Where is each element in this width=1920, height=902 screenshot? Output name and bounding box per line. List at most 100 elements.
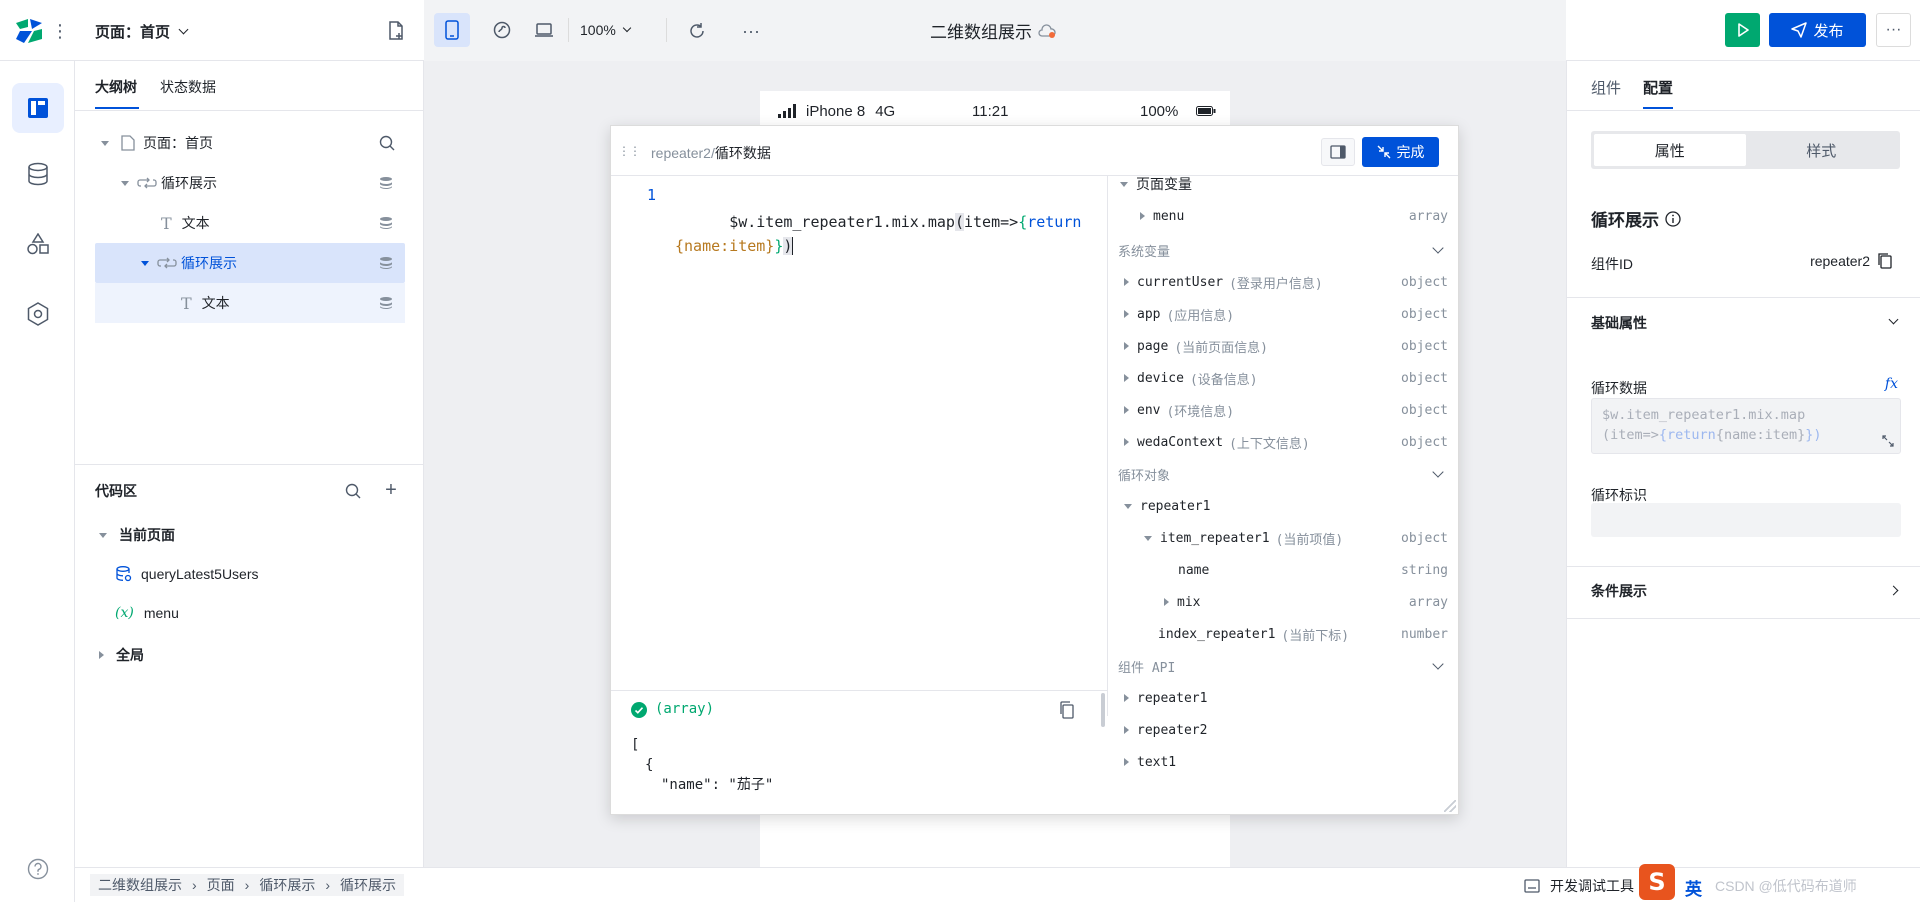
add-page-icon[interactable] bbox=[385, 20, 407, 42]
data-binding-icon bbox=[380, 177, 392, 189]
zoom-select[interactable]: 100% bbox=[580, 19, 632, 41]
more-vertical-icon[interactable]: ⋮ bbox=[51, 18, 69, 44]
code-editor[interactable]: 1 $w.item_repeater1.mix.map(item=>{retur… bbox=[611, 176, 1108, 716]
component-id-value: repeater2 bbox=[1810, 253, 1892, 269]
var-item-item-repeater1[interactable]: item_repeater1 (当前项值) object bbox=[1108, 522, 1458, 554]
var-item-page[interactable]: page (当前页面信息) object bbox=[1108, 330, 1458, 362]
code-item-query[interactable]: queryLatest5Users bbox=[115, 565, 259, 583]
loop-id-input[interactable] bbox=[1591, 503, 1901, 537]
fx-icon[interactable]: fx bbox=[1885, 376, 1898, 392]
loop-data-input[interactable]: $w.item_repeater1.mix.map (item=>{return… bbox=[1591, 398, 1901, 454]
result-content: [ { "name": "茄子" bbox=[631, 735, 773, 795]
tree-item-page[interactable]: 页面：首页 bbox=[95, 123, 405, 163]
var-name: device bbox=[1137, 370, 1184, 386]
mobile-view-button[interactable] bbox=[434, 13, 470, 47]
breadcrumb-item[interactable]: 页面 bbox=[207, 875, 235, 895]
miniprogram-view-icon[interactable] bbox=[484, 13, 520, 47]
var-item-index-repeater1[interactable]: index_repeater1 (当前下标) number bbox=[1108, 618, 1458, 650]
copy-icon[interactable] bbox=[1059, 701, 1075, 719]
refresh-icon[interactable] bbox=[680, 18, 714, 44]
var-item-app[interactable]: app (应用信息) object bbox=[1108, 298, 1458, 330]
var-item-menu[interactable]: menu array bbox=[1108, 200, 1458, 232]
config-panel: 组件 配置 属性 样式 循环展示 组件ID repeater2 基础属性 循环数… bbox=[1566, 61, 1920, 867]
tree-item-text2[interactable]: T 文本 bbox=[95, 283, 405, 323]
tree-item-text1[interactable]: T 文本 bbox=[95, 203, 405, 243]
var-item-name[interactable]: name string bbox=[1108, 554, 1458, 586]
var-comment: (登录用户信息) bbox=[1229, 276, 1323, 292]
result-type: (array) bbox=[655, 701, 715, 717]
tree-item-repeater2[interactable]: 循环展示 bbox=[95, 243, 405, 283]
add-icon[interactable]: + bbox=[382, 479, 400, 501]
tab-outline[interactable]: 大纲树 bbox=[95, 77, 137, 109]
breadcrumb-current: 循环数据 bbox=[714, 145, 771, 161]
help-icon[interactable] bbox=[22, 853, 54, 885]
more-horizontal-icon[interactable]: ··· bbox=[734, 18, 768, 44]
tab-config[interactable]: 配置 bbox=[1643, 77, 1673, 98]
tree-item-repeater1[interactable]: 循环展示 bbox=[95, 163, 405, 203]
api-item-text1[interactable]: text1 bbox=[1108, 746, 1458, 778]
divider bbox=[75, 464, 423, 465]
result-line: [ bbox=[631, 737, 640, 753]
segment-style[interactable]: 样式 bbox=[1746, 134, 1898, 166]
code-token: item=> bbox=[964, 213, 1019, 231]
preview-button[interactable] bbox=[1725, 13, 1760, 47]
page-selector[interactable]: 页面：首页 bbox=[95, 20, 189, 42]
var-type: number bbox=[1401, 626, 1448, 642]
var-item-current-user[interactable]: currentUser (登录用户信息) object bbox=[1108, 266, 1458, 298]
section-system-vars[interactable]: 系统变量 bbox=[1108, 234, 1458, 266]
components-icon[interactable] bbox=[12, 221, 64, 267]
var-group-label: 页面变量 bbox=[1136, 176, 1192, 192]
ime-mode[interactable]: 英 bbox=[1685, 875, 1702, 900]
expand-arrow-icon bbox=[1124, 758, 1129, 766]
code-group-global[interactable]: 全局 bbox=[99, 645, 144, 665]
tree-item-label: 循环展示 bbox=[181, 255, 237, 271]
more-options-button[interactable]: ··· bbox=[1876, 13, 1911, 47]
result-scrollbar[interactable] bbox=[1101, 693, 1105, 727]
resize-handle-icon[interactable] bbox=[1444, 800, 1456, 812]
breadcrumb: 二维数组展示 › 页面 › 循环展示 › 循环展示 bbox=[90, 874, 405, 896]
done-button[interactable]: 完成 bbox=[1362, 137, 1439, 167]
code-item-label: menu bbox=[143, 605, 179, 621]
api-item-repeater2[interactable]: repeater2 bbox=[1108, 714, 1458, 746]
segment-properties[interactable]: 属性 bbox=[1594, 134, 1746, 166]
var-name: repeater1 bbox=[1137, 690, 1208, 706]
toggle-panel-icon[interactable] bbox=[1321, 138, 1355, 166]
expand-arrow-icon bbox=[1120, 181, 1128, 187]
api-item-repeater1[interactable]: repeater1 bbox=[1108, 682, 1458, 714]
breadcrumb-item[interactable]: 循环展示 bbox=[340, 875, 396, 895]
ime-sogou-icon[interactable]: S bbox=[1639, 864, 1675, 900]
search-icon[interactable] bbox=[345, 483, 361, 499]
var-item-weda-context[interactable]: wedaContext (上下文信息) object bbox=[1108, 426, 1458, 458]
basic-props-header[interactable]: 基础属性 bbox=[1591, 313, 1901, 337]
expand-icon[interactable] bbox=[1882, 435, 1894, 447]
var-name: repeater2 bbox=[1137, 722, 1208, 738]
code-item-menu[interactable]: (x) menu bbox=[115, 605, 179, 621]
settings-icon[interactable] bbox=[12, 291, 64, 337]
breadcrumb-item[interactable]: 循环展示 bbox=[259, 875, 315, 895]
drag-handle-icon[interactable]: ⋮⋮ bbox=[618, 142, 641, 160]
var-item-device[interactable]: device (设备信息) object bbox=[1108, 362, 1458, 394]
desktop-view-icon[interactable] bbox=[526, 13, 562, 47]
var-item-env[interactable]: env (环境信息) object bbox=[1108, 394, 1458, 426]
var-comment: (当前项值) bbox=[1275, 532, 1344, 548]
section-loop-objects[interactable]: 循环对象 bbox=[1108, 458, 1458, 490]
outline-nav-button[interactable] bbox=[12, 83, 64, 133]
var-item-mix[interactable]: mix array bbox=[1108, 586, 1458, 618]
database-icon[interactable] bbox=[12, 151, 64, 197]
publish-button[interactable]: 发布 bbox=[1769, 13, 1866, 47]
tab-state-data[interactable]: 状态数据 bbox=[160, 77, 216, 109]
phone-time: 11:21 bbox=[972, 102, 1009, 120]
tab-components[interactable]: 组件 bbox=[1591, 77, 1621, 98]
section-component-api[interactable]: 组件 API bbox=[1108, 650, 1458, 682]
condition-display-header[interactable]: 条件展示 bbox=[1591, 581, 1901, 605]
var-item-repeater1[interactable]: repeater1 bbox=[1108, 490, 1458, 522]
var-type: object bbox=[1401, 306, 1448, 322]
info-icon[interactable] bbox=[1665, 210, 1681, 227]
breadcrumb-item[interactable]: 二维数组展示 bbox=[98, 875, 182, 895]
var-group-page[interactable]: 页面变量 bbox=[1108, 176, 1458, 200]
breadcrumb-parent[interactable]: repeater2 bbox=[651, 145, 711, 161]
search-icon[interactable] bbox=[379, 135, 395, 151]
copy-icon[interactable] bbox=[1878, 253, 1892, 269]
dev-tools-button[interactable]: 开发调试工具 bbox=[1524, 876, 1634, 896]
code-group-current-page[interactable]: 当前页面 bbox=[99, 525, 175, 545]
